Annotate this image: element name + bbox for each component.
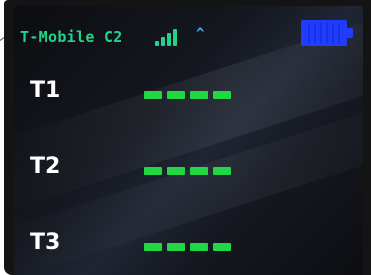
dash <box>144 91 162 99</box>
signal-bars-icon <box>155 28 181 46</box>
dash <box>167 167 185 175</box>
dash <box>144 167 162 175</box>
dash <box>190 91 208 99</box>
dash <box>213 91 231 99</box>
dash <box>190 243 208 251</box>
dash <box>167 91 185 99</box>
t2-row: T2 <box>30 154 330 184</box>
battery-full-icon <box>301 20 355 46</box>
dash <box>190 167 208 175</box>
dash <box>144 243 162 251</box>
t1-value-dashes <box>144 84 236 99</box>
data-arrow-icon: ^ <box>196 26 205 42</box>
t1-row: T1 <box>30 78 330 108</box>
dash <box>213 167 231 175</box>
t2-value-dashes <box>144 160 236 175</box>
t3-row: T3 <box>30 230 330 260</box>
status-bar: T-Mobile C2 ^ <box>20 18 355 48</box>
t3-value-dashes <box>144 236 236 251</box>
t3-label: T3 <box>30 230 61 255</box>
t2-label: T2 <box>30 154 61 179</box>
device-display: T-Mobile C2 ^ T1 T2 T3 <box>4 0 371 275</box>
carrier-label: T-Mobile C2 <box>20 28 123 46</box>
t1-label: T1 <box>30 78 61 103</box>
dash <box>167 243 185 251</box>
dash <box>213 243 231 251</box>
screen: T-Mobile C2 ^ T1 T2 T3 <box>14 6 363 275</box>
